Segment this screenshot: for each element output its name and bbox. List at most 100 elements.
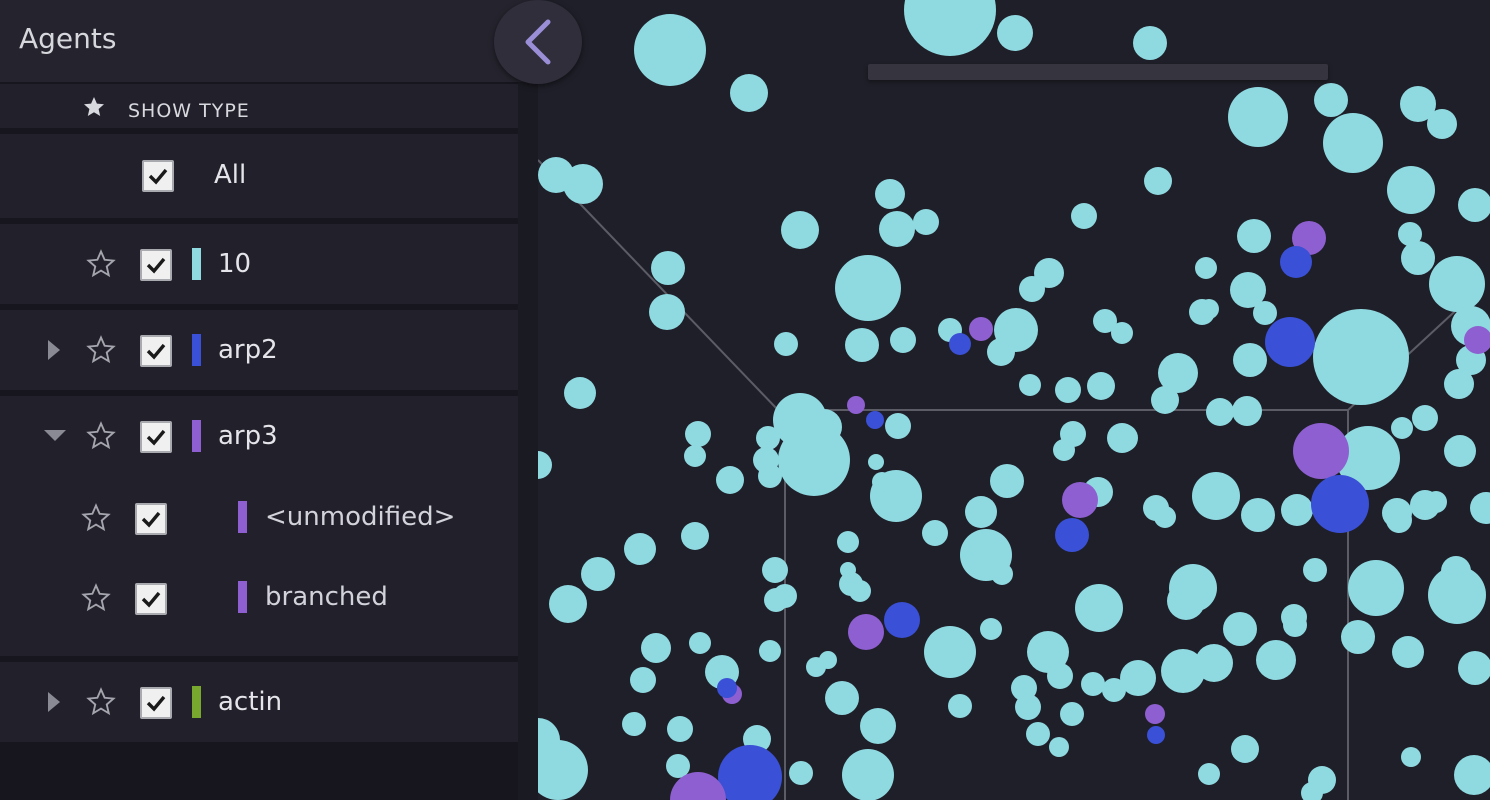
checkmark-icon	[146, 429, 166, 446]
agent-10-sphere	[991, 563, 1013, 585]
agent-10-sphere	[1231, 735, 1259, 763]
agent-10-sphere	[1458, 188, 1490, 222]
agent-label: actin	[218, 687, 283, 717]
agent-10-sphere	[1470, 492, 1490, 524]
agent-10-sphere	[1151, 386, 1179, 414]
all-checkbox[interactable]	[142, 160, 174, 192]
agent-10-sphere	[758, 464, 782, 488]
agent-10-sphere	[1348, 560, 1404, 616]
list-scrollbar[interactable]	[518, 82, 538, 800]
agent-10-sphere	[1206, 398, 1234, 426]
checkmark-icon	[141, 591, 161, 608]
agent-10-sphere	[1303, 558, 1327, 582]
agent-10-sphere	[890, 327, 916, 353]
panel-header: Agents	[0, 0, 538, 82]
star-outline-icon[interactable]	[81, 503, 111, 533]
agent-10-sphere	[1107, 423, 1137, 453]
subtype-checkbox[interactable]	[135, 503, 167, 535]
show-type-label: SHOW TYPE	[128, 100, 250, 122]
agent-10-sphere	[965, 496, 997, 528]
agent-10-sphere	[1167, 582, 1205, 620]
star-outline-icon[interactable]	[86, 687, 116, 717]
checkmark-icon	[146, 695, 166, 712]
agent-10-sphere	[842, 749, 894, 800]
agent-10-sphere	[1133, 26, 1167, 60]
agent-10-sphere	[1256, 640, 1296, 680]
star-outline-icon[interactable]	[81, 583, 111, 613]
agent-10-sphere	[1253, 301, 1277, 325]
arp3-sphere	[1062, 482, 1098, 518]
agent-10-sphere	[1195, 257, 1217, 279]
agent-10-sphere	[885, 413, 911, 439]
agent-10-sphere	[1391, 417, 1413, 439]
agent-10-sphere	[1401, 241, 1435, 275]
agent-checkbox[interactable]	[140, 687, 172, 719]
simulation-scene[interactable]	[538, 0, 1490, 800]
arp2-sphere	[1055, 518, 1089, 552]
agent-10-sphere	[1323, 113, 1383, 173]
color-swatch	[192, 686, 201, 718]
agent-10-sphere	[980, 618, 1002, 640]
all-row: All	[0, 134, 518, 218]
agent-checkbox[interactable]	[140, 335, 172, 367]
agent-10-sphere	[1019, 276, 1045, 302]
agent-10-sphere	[868, 454, 884, 470]
star-outline-icon[interactable]	[86, 421, 116, 451]
agent-checkbox[interactable]	[140, 421, 172, 453]
agent-10-sphere	[1081, 672, 1105, 696]
arp2-sphere	[718, 745, 782, 800]
agent-10-sphere	[549, 585, 587, 623]
agent-checkbox[interactable]	[140, 249, 172, 281]
time-slider[interactable]	[868, 64, 1328, 80]
expand-caret-icon[interactable]	[48, 340, 60, 360]
agent-10-sphere	[1228, 87, 1288, 147]
arp2-sphere	[1265, 317, 1315, 367]
agent-10-sphere	[759, 640, 781, 662]
color-swatch	[192, 248, 201, 280]
star-outline-icon[interactable]	[86, 335, 116, 365]
agents-panel: Agents SHOW TYPE All 10 arp2 arp3 <unmod…	[0, 0, 538, 800]
agent-10-sphere	[875, 179, 905, 209]
agent-10-sphere	[1401, 747, 1421, 767]
agent-10-sphere	[773, 584, 797, 608]
agent-10-sphere	[1454, 755, 1490, 795]
agent-10-sphere	[1441, 556, 1471, 586]
agent-10-sphere	[538, 740, 588, 800]
agent-10-sphere	[1412, 405, 1438, 431]
arp3-sphere	[848, 614, 884, 650]
agent-label: 10	[218, 249, 252, 279]
agent-10-sphere	[651, 251, 685, 285]
agent-10-sphere	[538, 157, 574, 193]
agent-10-sphere	[1233, 343, 1267, 377]
checkmark-icon	[148, 168, 168, 185]
color-swatch	[238, 581, 247, 613]
viewer-canvas[interactable]	[538, 0, 1490, 800]
expand-caret-icon[interactable]	[48, 692, 60, 712]
agent-10-sphere	[1144, 167, 1172, 195]
color-swatch	[192, 334, 201, 366]
agent-10-sphere	[1313, 309, 1409, 405]
subtype-checkbox[interactable]	[135, 583, 167, 615]
agent-10-sphere	[685, 421, 711, 447]
all-label: All	[214, 160, 247, 190]
color-swatch	[192, 420, 201, 452]
arp2-sphere	[866, 411, 884, 429]
arp2-sphere	[949, 333, 971, 355]
agent-10-sphere	[924, 626, 976, 678]
agent-10-sphere	[1049, 737, 1069, 757]
agent-10-sphere	[1387, 166, 1435, 214]
agent-10-sphere	[835, 255, 901, 321]
star-outline-icon[interactable]	[86, 249, 116, 279]
agent-10-sphere	[1087, 372, 1115, 400]
show-type-header: SHOW TYPE	[0, 84, 518, 128]
arp3-sphere	[1293, 423, 1349, 479]
agent-10-sphere	[1154, 506, 1176, 528]
checkmark-icon	[146, 257, 166, 274]
collapse-panel-button[interactable]	[494, 0, 582, 84]
agent-10-sphere	[1341, 620, 1375, 654]
agent-10-sphere	[1314, 83, 1348, 117]
agent-10-sphere	[1425, 491, 1447, 513]
agent-10-sphere	[774, 332, 798, 356]
collapse-caret-icon[interactable]	[44, 430, 66, 441]
agent-row-actin: actin	[0, 662, 518, 742]
